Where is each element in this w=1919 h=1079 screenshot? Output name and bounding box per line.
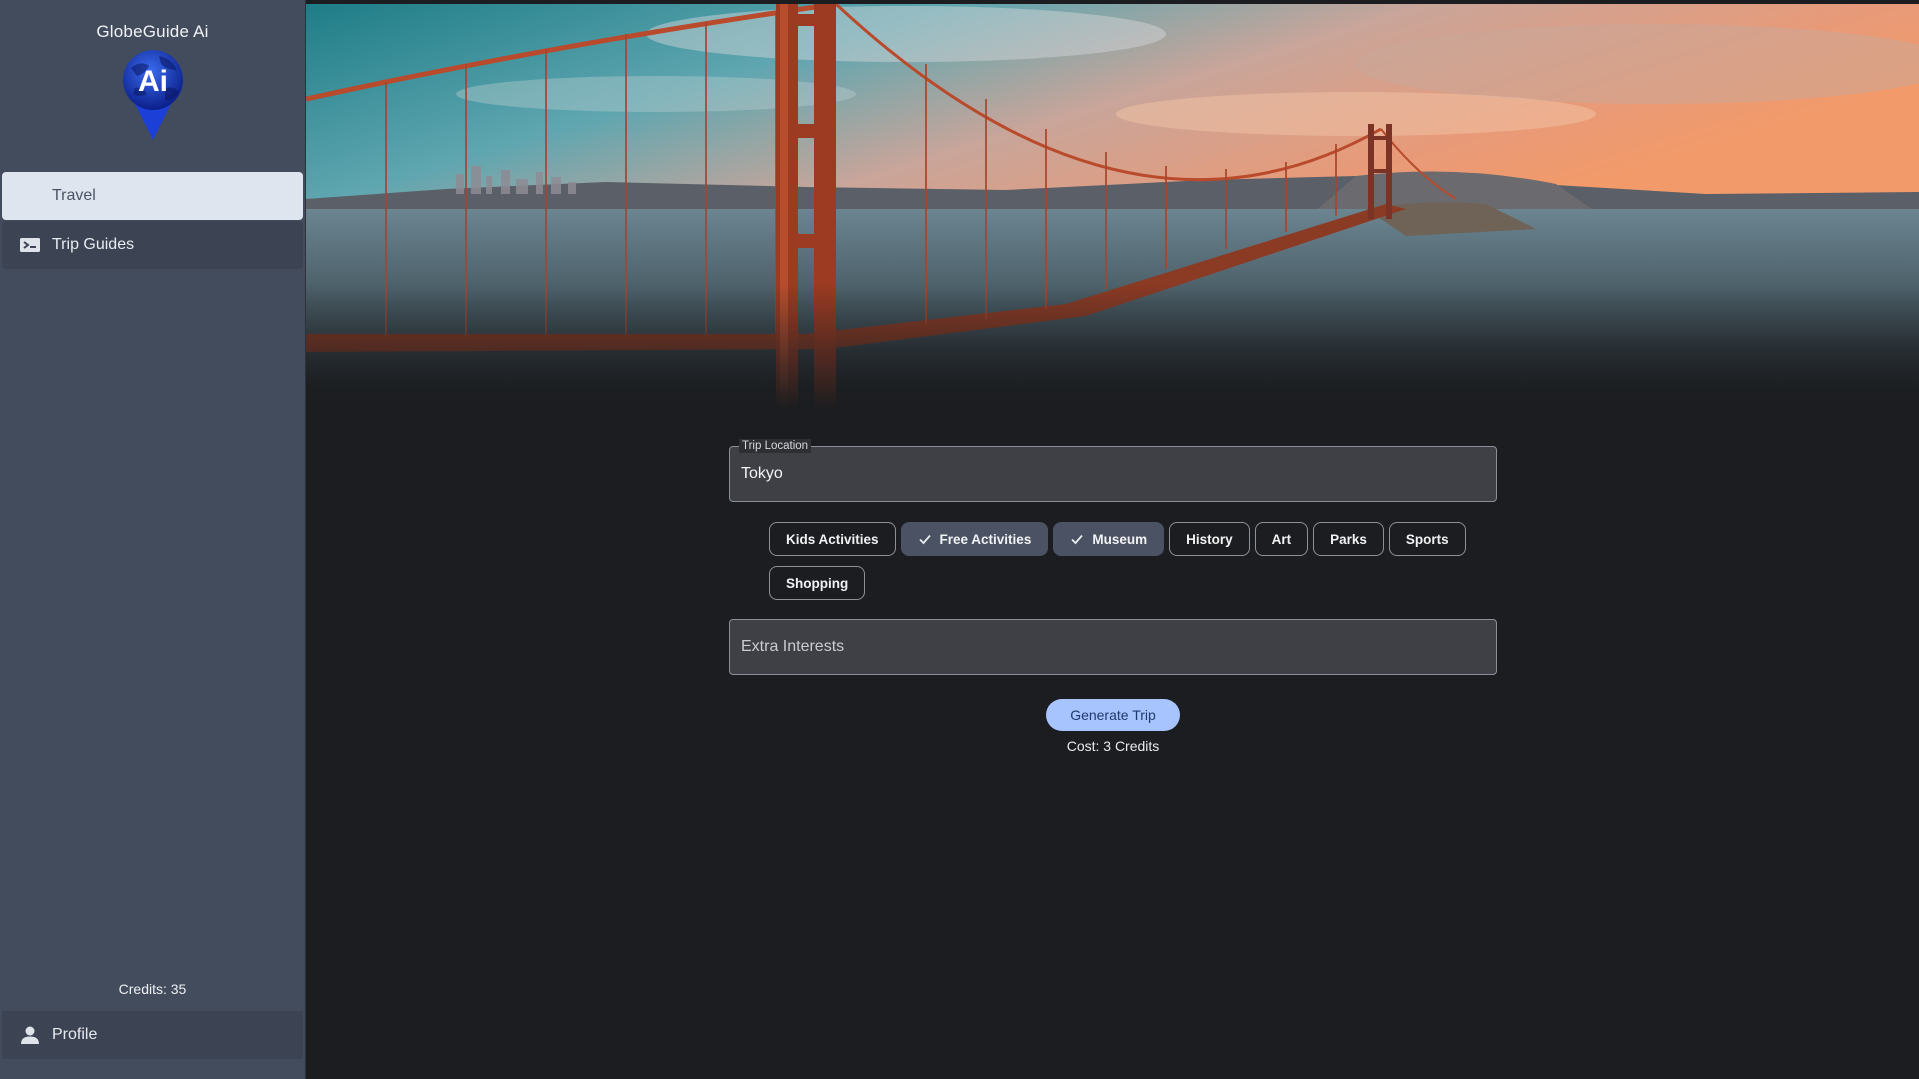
trip-location-label: Trip Location	[739, 439, 812, 453]
sidebar-item-label: Travel	[52, 187, 96, 204]
location-pin-globe-icon: Ai	[122, 50, 183, 140]
sidebar-item-label: Trip Guides	[52, 236, 135, 253]
trip-location-input[interactable]	[730, 447, 1496, 501]
check-icon	[1071, 534, 1084, 545]
sidebar-item-travel[interactable]: Travel	[2, 172, 303, 220]
chip-art[interactable]: Art	[1254, 522, 1309, 556]
app-window: GlobeGuide Ai Ai Travel Trip Guides Cred…	[0, 0, 1919, 1079]
chip-free-activities[interactable]: Free Activities	[900, 522, 1049, 556]
cost-label: Cost: 3 Credits	[1066, 738, 1160, 754]
chip-sports[interactable]: Sports	[1388, 522, 1466, 556]
chip-museum[interactable]: Museum	[1053, 522, 1165, 556]
check-icon	[918, 534, 931, 545]
chip-history[interactable]: History	[1169, 522, 1250, 556]
generate-section: Generate Trip Cost: 3 Credits	[729, 699, 1497, 754]
logo-text: Ai	[138, 65, 168, 98]
trip-location-field: Trip Location	[729, 439, 1497, 502]
main-content: Trip Location Kids Activities Free Activ…	[306, 0, 1919, 1079]
hero-image	[306, 4, 1919, 409]
sidebar: GlobeGuide Ai Ai Travel Trip Guides Cred…	[0, 0, 306, 1079]
sidebar-item-profile[interactable]: Profile	[2, 1011, 303, 1059]
profile-label: Profile	[52, 1026, 98, 1043]
interest-chips: Kids Activities Free Activities Museum H…	[769, 522, 1469, 605]
extra-interests-input[interactable]	[730, 620, 1496, 674]
chip-shopping[interactable]: Shopping	[769, 566, 866, 600]
sidebar-item-trip-guides[interactable]: Trip Guides	[2, 221, 303, 269]
app-title: GlobeGuide Ai	[96, 22, 209, 41]
chip-kids-activities[interactable]: Kids Activities	[769, 522, 896, 556]
ticket-icon	[20, 238, 40, 252]
brand: GlobeGuide Ai Ai	[0, 0, 305, 172]
extra-interests-field	[729, 619, 1497, 675]
chip-parks[interactable]: Parks	[1313, 522, 1384, 556]
person-icon	[21, 1026, 39, 1044]
generate-trip-button[interactable]: Generate Trip	[1046, 699, 1180, 731]
trip-form: Trip Location Kids Activities Free Activ…	[729, 439, 1497, 754]
credits-balance: Credits: 35	[118, 981, 187, 997]
